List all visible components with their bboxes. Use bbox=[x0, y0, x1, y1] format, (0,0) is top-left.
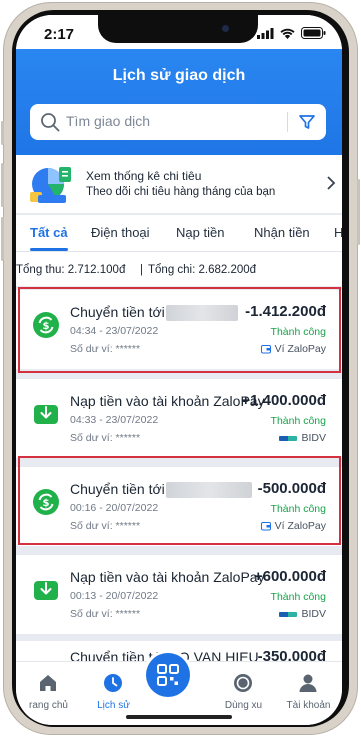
nav-account-label: Tài khoản bbox=[286, 700, 331, 711]
topup-icon bbox=[34, 405, 58, 424]
status-bar: 2:17 bbox=[16, 15, 342, 49]
transaction-status: Thành công bbox=[270, 591, 326, 603]
battery-icon bbox=[301, 27, 326, 39]
home-indicator bbox=[126, 715, 232, 719]
header: Lịch sử giao dịch Tìm giao dịch bbox=[16, 49, 342, 155]
tab-topup[interactable]: Nạp tiền bbox=[176, 225, 224, 240]
transaction-item[interactable]: Nạp tiền vào tài khoản ZaloPay +1.400.00… bbox=[16, 379, 342, 458]
wifi-icon bbox=[280, 28, 295, 39]
nav-home-label: rang chủ bbox=[29, 700, 68, 711]
power-button bbox=[357, 179, 360, 245]
summary-separator: | bbox=[140, 264, 143, 276]
tab-more[interactable]: H bbox=[334, 225, 342, 240]
total-income: Tổng thu: 2.712.100đ bbox=[16, 264, 126, 276]
tab-all[interactable]: Tất cả bbox=[30, 225, 68, 240]
transaction-amount: +1.400.000đ bbox=[241, 392, 326, 409]
payment-source-label: BIDV bbox=[301, 432, 326, 444]
volume-down-button bbox=[1, 217, 4, 261]
transaction-datetime: 00:13 - 20/07/2022 bbox=[70, 590, 159, 602]
payment-source: BIDV bbox=[279, 608, 326, 620]
transaction-status: Thành công bbox=[270, 415, 326, 427]
filter-icon[interactable] bbox=[298, 113, 316, 131]
bidv-logo-icon bbox=[279, 435, 298, 441]
summary-bar: Tổng thu: 2.712.100đ | Tổng chi: 2.682.2… bbox=[16, 252, 342, 286]
filter-tabs: Tất cả Điện thoại Nạp tiền Nhận tiền H bbox=[16, 215, 342, 252]
promo-subtitle: Theo dõi chi tiêu hàng tháng của bạn bbox=[86, 186, 276, 198]
transaction-amount: +600.000đ bbox=[253, 568, 326, 585]
promo-title: Xem thống kê chi tiêu bbox=[86, 169, 202, 183]
home-icon bbox=[40, 675, 56, 691]
highlight-box bbox=[18, 456, 341, 545]
spending-stats-banner[interactable]: Xem thống kê chi tiêu Theo dõi chi tiêu … bbox=[16, 155, 342, 213]
topup-icon bbox=[34, 581, 58, 600]
tab-receive[interactable]: Nhận tiền bbox=[254, 225, 310, 240]
page-title: Lịch sử giao dịch bbox=[112, 67, 246, 84]
payment-source-label: BIDV bbox=[301, 608, 326, 620]
search-divider bbox=[287, 112, 288, 132]
total-expense: Tổng chi: 2.682.200đ bbox=[148, 264, 257, 276]
signal-icon bbox=[257, 27, 274, 39]
status-icons bbox=[257, 27, 326, 39]
screen: 2:17 Lịch sử giao dịch Tìm giao dịch Xem… bbox=[16, 15, 342, 725]
payment-source: BIDV bbox=[279, 432, 326, 444]
volume-up-button bbox=[1, 163, 4, 207]
chevron-right-icon bbox=[327, 176, 336, 190]
wallet-balance: Số dư ví: ****** bbox=[70, 432, 141, 444]
clock-icon bbox=[104, 674, 122, 692]
wallet-balance: Số dư ví: ****** bbox=[70, 608, 141, 620]
phone-frame: 2:17 Lịch sử giao dịch Tìm giao dịch Xem… bbox=[1, 2, 360, 735]
active-tab-indicator bbox=[30, 248, 68, 251]
bidv-logo-icon bbox=[279, 611, 298, 617]
tab-phone[interactable]: Điện thoại bbox=[91, 225, 150, 240]
qr-code-icon bbox=[157, 664, 179, 686]
user-icon bbox=[299, 674, 317, 692]
transaction-datetime: 04:33 - 23/07/2022 bbox=[70, 414, 159, 426]
status-time: 2:17 bbox=[44, 26, 75, 43]
nav-history-label: Lịch sử bbox=[97, 700, 130, 711]
transaction-item[interactable]: Nạp tiền vào tài khoản ZaloPay +600.000đ… bbox=[16, 555, 342, 634]
nav-coins-label: Dùng xu bbox=[224, 700, 263, 711]
transaction-title: Nạp tiền vào tài khoản ZaloPay bbox=[70, 569, 265, 585]
camera bbox=[222, 25, 229, 32]
qr-scan-button[interactable] bbox=[146, 653, 190, 697]
coin-icon bbox=[234, 674, 252, 692]
highlight-box bbox=[18, 287, 341, 373]
transaction-title: Nạp tiền vào tài khoản ZaloPay bbox=[70, 393, 265, 409]
search-icon bbox=[41, 113, 60, 132]
transaction-amount: -350.000đ bbox=[257, 648, 326, 661]
spending-chart-illustration bbox=[30, 167, 71, 203]
notch bbox=[98, 15, 258, 43]
search-input[interactable]: Tìm giao dịch bbox=[66, 113, 150, 129]
mute-switch bbox=[1, 121, 4, 145]
search-bar[interactable]: Tìm giao dịch bbox=[30, 104, 326, 140]
